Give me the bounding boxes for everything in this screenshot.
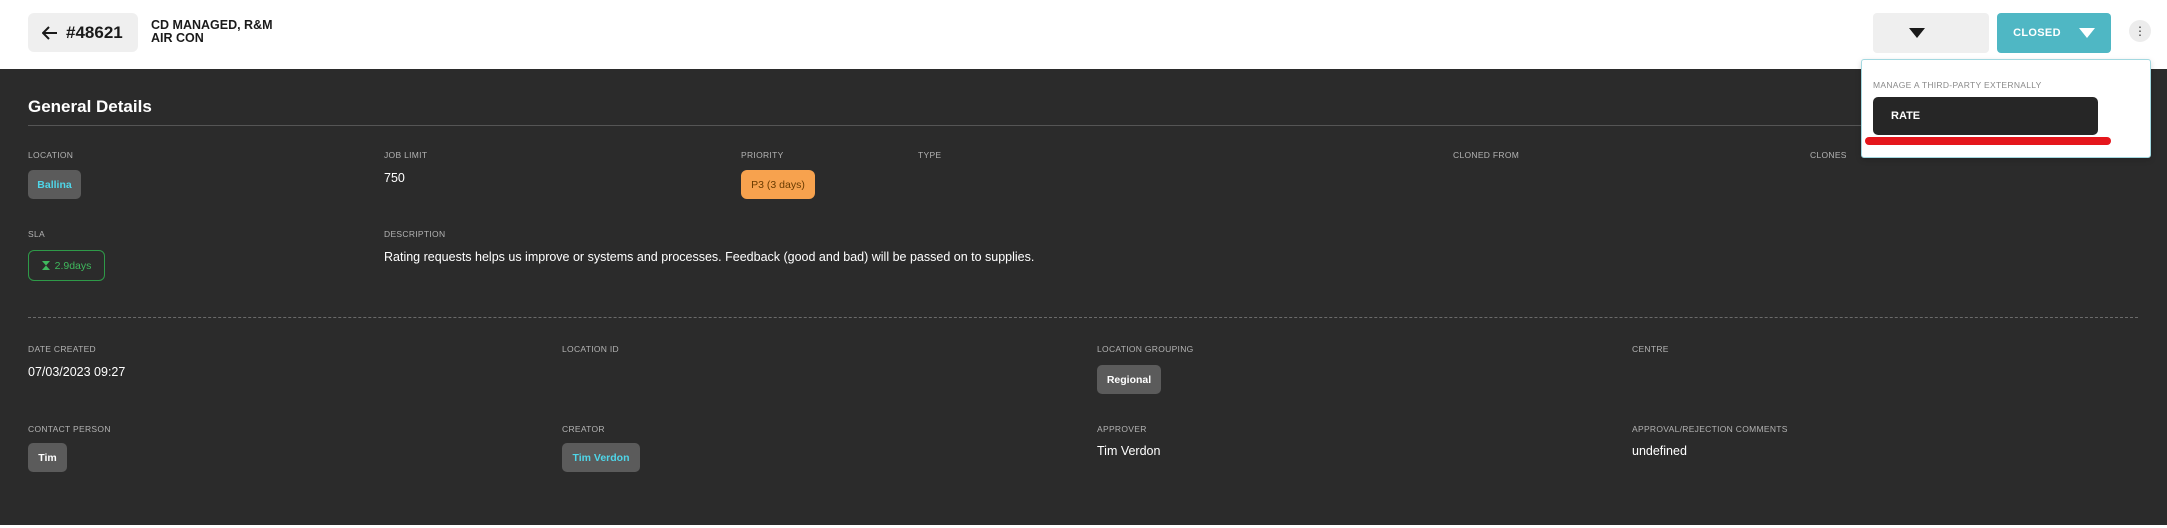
job-limit-value: 750	[384, 171, 405, 185]
sla-value: 2.9days	[54, 259, 92, 272]
job-title: CD MANAGED, R&M AIR CON	[151, 19, 273, 45]
approval-comments-label: APPROVAL/REJECTION COMMENTS	[1632, 424, 1788, 434]
caret-down-icon	[2078, 28, 2095, 38]
arrow-left-icon	[42, 25, 57, 40]
job-title-line2: AIR CON	[151, 31, 204, 45]
date-created-label: DATE CREATED	[28, 344, 96, 354]
approver-value: Tim Verdon	[1097, 444, 1161, 458]
description-label: DESCRIPTION	[384, 229, 446, 239]
job-limit-label: JOB LIMIT	[384, 150, 428, 160]
approver-label: APPROVER	[1097, 424, 1147, 434]
approval-comments-value: undefined	[1632, 444, 1687, 458]
section-title: General Details	[28, 97, 152, 116]
location-grouping-label: LOCATION GROUPING	[1097, 344, 1194, 354]
status-dropdown-button[interactable]: CLOSED	[1997, 13, 2111, 53]
contact-person-label: CONTACT PERSON	[28, 424, 111, 434]
location-id-label: LOCATION ID	[562, 344, 619, 354]
general-details-panel: General Details LOCATION Ballina JOB LIM…	[0, 69, 2167, 525]
priority-label: PRIORITY	[741, 150, 784, 160]
centre-label: CENTRE	[1632, 344, 1669, 354]
status-label: CLOSED	[2013, 27, 2061, 39]
sla-label: SLA	[28, 229, 45, 239]
priority-badge: P3 (3 days)	[741, 170, 815, 199]
highlight-underline	[1865, 137, 2111, 145]
popup-label: MANAGE A THIRD-PARTY EXTERNALLY	[1873, 80, 2042, 90]
divider	[28, 125, 2138, 126]
contact-person-chip[interactable]: Tim	[28, 443, 67, 472]
creator-label: CREATOR	[562, 424, 605, 434]
type-label: TYPE	[918, 150, 942, 160]
actions-dropdown-button[interactable]	[1873, 13, 1989, 53]
cloned-from-label: CLONED FROM	[1453, 150, 1520, 160]
sla-badge: 2.9days	[28, 250, 105, 281]
rate-button[interactable]: RATE	[1873, 97, 2098, 135]
dashed-divider	[28, 317, 2138, 318]
page-header: #48621 CD MANAGED, R&M AIR CON CLOSED ⋮	[0, 0, 2167, 69]
clones-label: CLONES	[1810, 150, 1847, 160]
date-created-value: 07/03/2023 09:27	[28, 365, 126, 379]
back-button[interactable]: #48621	[28, 13, 138, 52]
hourglass-icon	[41, 261, 50, 270]
description-value: Rating requests helps us improve or syst…	[384, 250, 1035, 264]
third-party-popup: MANAGE A THIRD-PARTY EXTERNALLY RATE	[1861, 59, 2151, 158]
caret-down-icon	[1909, 28, 1925, 38]
location-chip[interactable]: Ballina	[28, 170, 81, 199]
job-number: #48621	[66, 22, 123, 42]
more-options-icon[interactable]: ⋮	[2129, 20, 2151, 42]
location-grouping-chip: Regional	[1097, 365, 1161, 394]
location-label: LOCATION	[28, 150, 74, 160]
creator-chip[interactable]: Tim Verdon	[562, 443, 640, 472]
